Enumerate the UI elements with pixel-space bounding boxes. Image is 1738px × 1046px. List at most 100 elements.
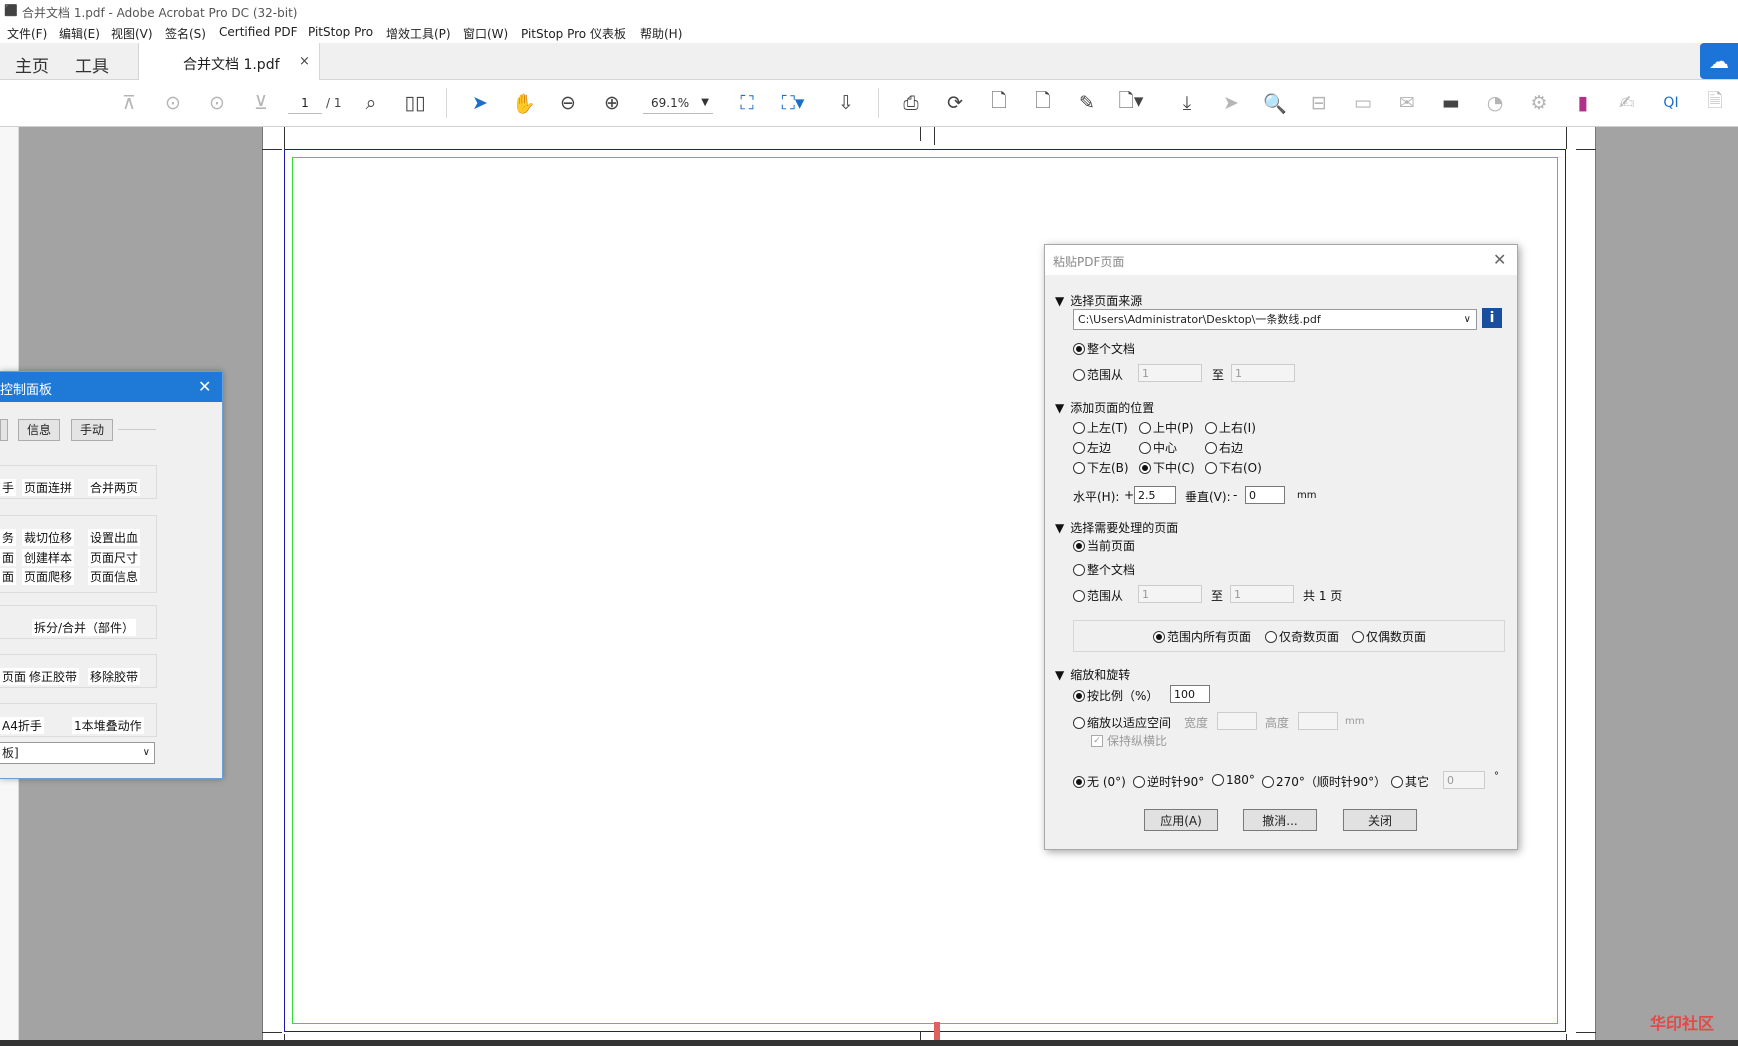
color-swatch-icon[interactable]: ▮ xyxy=(1570,90,1596,116)
close-tab-icon[interactable]: × xyxy=(299,54,310,69)
close-button[interactable]: 关闭 xyxy=(1343,809,1417,831)
select-arrow-icon[interactable]: ➤ xyxy=(467,90,493,116)
zoom-in-icon[interactable]: ⊕ xyxy=(599,90,625,116)
menu-window[interactable]: 窗口(W) xyxy=(463,25,508,42)
menu-file[interactable]: 文件(F) xyxy=(7,25,47,42)
page-search-icon[interactable]: 🗋 xyxy=(986,90,1012,116)
filter-all-pages-radio[interactable]: 范围内所有页面 xyxy=(1153,628,1251,645)
last-page-icon[interactable]: ⊻ xyxy=(248,90,274,116)
panel-item[interactable]: 手 xyxy=(0,479,17,496)
info-button[interactable]: 信息 xyxy=(18,419,60,441)
menu-view[interactable]: 视图(V) xyxy=(111,25,153,42)
keep-aspect-ratio-checkbox[interactable]: ✓ 保持纵横比 xyxy=(1091,732,1167,749)
position-right-radio[interactable]: 右边 xyxy=(1205,439,1243,456)
layout-icon[interactable]: ⊟ xyxy=(1306,90,1332,116)
position-top-center-radio[interactable]: 上中(P) xyxy=(1139,419,1194,436)
source-range-from-input[interactable]: 1 xyxy=(1138,364,1202,382)
page-creep-button[interactable]: 页面爬移 xyxy=(22,568,75,585)
vertical-offset-input[interactable]: 0 xyxy=(1245,486,1285,504)
menu-pitstop-dashboard[interactable]: PitStop Pro 仪表板 xyxy=(521,25,626,42)
page-stitch-button[interactable]: 页面连拼 xyxy=(22,479,75,496)
create-sample-button[interactable]: 创建样本 xyxy=(22,549,75,566)
pages-current-radio[interactable]: 当前页面 xyxy=(1073,537,1135,554)
rotate-none-radio[interactable]: 无 (0°) xyxy=(1073,773,1126,790)
fit-width-input[interactable] xyxy=(1217,712,1257,730)
filter-odd-pages-radio[interactable]: 仅奇数页面 xyxy=(1265,628,1339,645)
tab-tools[interactable]: 工具 xyxy=(75,52,109,77)
menu-plugins[interactable]: 增效工具(P) xyxy=(386,25,451,42)
panel-item[interactable]: 务 xyxy=(0,529,17,546)
section-source[interactable]: ▼ 选择页面来源 xyxy=(1055,292,1142,309)
fit-page-icon[interactable]: ⛶ xyxy=(734,90,760,116)
scale-percent-input[interactable]: 100 xyxy=(1170,685,1210,703)
position-bottom-center-radio[interactable]: 下中(C) xyxy=(1139,459,1195,476)
rotate-180-radio[interactable]: 180° xyxy=(1212,773,1255,787)
crop-offset-button[interactable]: 裁切位移 xyxy=(22,529,75,546)
remove-tape-button[interactable]: 移除胶带 xyxy=(88,668,141,685)
find-text-icon[interactable]: ⌕ xyxy=(358,90,384,116)
tab-home[interactable]: 主页 xyxy=(15,52,49,77)
panel-item[interactable]: 面 xyxy=(0,568,17,585)
quite-imposing-icon[interactable]: QI xyxy=(1658,90,1684,116)
fit-height-input[interactable] xyxy=(1298,712,1338,730)
apply-button[interactable]: 应用(A) xyxy=(1144,809,1218,831)
cursor-tool-icon[interactable]: ➤ xyxy=(1218,90,1244,116)
source-whole-document-radio[interactable]: 整个文档 xyxy=(1073,340,1135,357)
share-cloud-icon[interactable]: ☁ xyxy=(1700,43,1738,79)
set-bleed-button[interactable]: 设置出血 xyxy=(88,529,141,546)
page-view-icon[interactable]: ▯▯ xyxy=(402,90,428,116)
panel-button-partial[interactable] xyxy=(0,419,8,441)
undo-button[interactable]: 撤消... xyxy=(1243,809,1317,831)
page-size-button[interactable]: 页面尺寸 xyxy=(88,549,141,566)
position-top-right-radio[interactable]: 上右(I) xyxy=(1205,419,1256,436)
signature-icon[interactable]: ✍ xyxy=(1614,90,1640,116)
menu-help[interactable]: 帮助(H) xyxy=(640,25,682,42)
settings-icon[interactable]: ⚙ xyxy=(1526,90,1552,116)
menu-edit[interactable]: 编辑(E) xyxy=(59,25,100,42)
source-file-select[interactable]: C:\Users\Administrator\Desktop\一条数线.pdf … xyxy=(1073,309,1477,330)
panel-select[interactable]: 板] ∨ xyxy=(0,742,155,764)
next-page-icon[interactable]: ⊙ xyxy=(204,90,230,116)
page-number-input[interactable]: 1 xyxy=(288,93,322,114)
position-bottom-right-radio[interactable]: 下右(O) xyxy=(1205,459,1262,476)
filter-even-pages-radio[interactable]: 仅偶数页面 xyxy=(1352,628,1426,645)
manual-button[interactable]: 手动 xyxy=(71,419,113,441)
scroll-mode-icon[interactable]: ⇩ xyxy=(833,90,859,116)
new-doc-icon[interactable]: 🗋▾ xyxy=(1118,90,1144,116)
info-icon[interactable]: i xyxy=(1482,308,1502,328)
ruler-icon[interactable]: ▬ xyxy=(1438,90,1464,116)
merge-two-pages-button[interactable]: 合并两页 xyxy=(88,479,141,496)
menu-sign[interactable]: 签名(S) xyxy=(165,25,206,42)
menu-pitstop-pro[interactable]: PitStop Pro xyxy=(308,25,373,39)
document-icon[interactable]: 🗎 xyxy=(1702,90,1728,116)
preflight-icon[interactable]: ◔ xyxy=(1482,90,1508,116)
prev-page-icon[interactable]: ⊙ xyxy=(160,90,186,116)
scale-percent-radio[interactable]: 按比例（%） xyxy=(1073,687,1158,704)
stack-action-button[interactable]: 1本堆叠动作 xyxy=(72,717,144,734)
section-pages[interactable]: ▼ 选择需要处理的页面 xyxy=(1055,519,1178,536)
rectangle-icon[interactable]: ▭ xyxy=(1350,90,1376,116)
rotate-other-radio[interactable]: 其它 xyxy=(1391,773,1429,790)
source-range-to-input[interactable]: 1 xyxy=(1231,364,1295,382)
rotate-page-icon[interactable]: ⟳ xyxy=(942,90,968,116)
fit-width-icon[interactable]: ⛶▾ xyxy=(780,90,806,116)
panel-item[interactable]: 页面 xyxy=(0,668,29,685)
horizontal-offset-input[interactable]: 2.5 xyxy=(1134,486,1176,504)
tab-document[interactable]: 合并文档 1.pdf × xyxy=(138,43,320,80)
scale-fit-radio[interactable]: 缩放以适应空间 xyxy=(1073,714,1171,731)
print-production-icon[interactable]: ⎙ xyxy=(898,90,924,116)
source-range-radio[interactable]: 范围从 xyxy=(1073,366,1123,383)
zoom-out-icon[interactable]: ⊖ xyxy=(555,90,581,116)
position-top-left-radio[interactable]: 上左(T) xyxy=(1073,419,1128,436)
a4-fold-button[interactable]: A4折手 xyxy=(0,717,44,734)
section-position[interactable]: ▼ 添加页面的位置 xyxy=(1055,399,1154,416)
section-scale-rotate[interactable]: ▼ 缩放和旋转 xyxy=(1055,666,1130,683)
page-info-button[interactable]: 页面信息 xyxy=(88,568,141,585)
zoom-dropdown[interactable]: 69.1% ▼ xyxy=(643,93,713,114)
pages-range-to-input[interactable]: 1 xyxy=(1230,585,1294,603)
position-center-radio[interactable]: 中心 xyxy=(1139,439,1177,456)
envelope-icon[interactable]: ✉ xyxy=(1394,90,1420,116)
rotate-ccw90-radio[interactable]: 逆时针90° xyxy=(1133,773,1204,790)
panel-item[interactable]: 面 xyxy=(0,549,17,566)
close-icon[interactable]: ✕ xyxy=(1493,250,1506,269)
